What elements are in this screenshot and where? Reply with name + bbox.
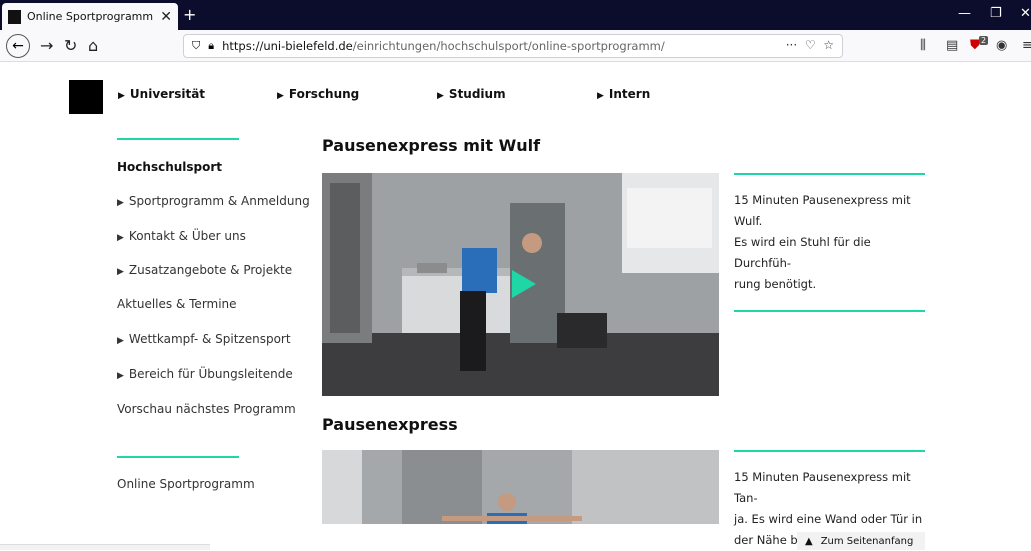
back-to-top-button[interactable]: ▲ Zum Seitenanfang — [797, 532, 925, 550]
description-line: Es wird ein Stuhl für die Durchfüh- — [734, 235, 871, 270]
description-line: rung benötigt. — [734, 277, 817, 291]
status-bar — [0, 544, 210, 550]
shield-icon: ⛉ — [192, 39, 201, 52]
mainnav-item-intern[interactable]: ▶ Intern — [597, 87, 650, 101]
sidebar-icon[interactable]: ▤ — [946, 38, 958, 53]
url-text: https://uni-bielefeld.de/einrichtungen/h… — [222, 39, 665, 53]
arrow-up-icon: ▲ — [805, 535, 813, 547]
favicon-icon — [8, 9, 21, 24]
video-thumbnail — [322, 450, 719, 524]
video-thumbnail — [322, 173, 719, 396]
reload-icon[interactable]: ↻ — [64, 36, 77, 55]
tab-title: Online Sportprogramm - Unive — [26, 10, 156, 23]
video-player[interactable] — [322, 173, 719, 396]
back-icon[interactable]: ← — [6, 34, 30, 58]
sidebar-item-kontakt[interactable]: ▶ Kontakt & Über uns — [117, 229, 246, 243]
sidebar-item-zusatzangebote[interactable]: ▶ Zusatzangebote & Projekte — [117, 263, 292, 277]
mainnav-item-studium[interactable]: ▶ Studium — [437, 87, 506, 101]
home-icon[interactable]: ⌂ — [88, 36, 98, 55]
new-tab-icon[interactable]: + — [183, 5, 196, 24]
sidebar-divider — [117, 138, 239, 140]
info-divider — [734, 310, 925, 312]
sidebar-item-vorschau[interactable]: Vorschau nächstes Programm — [117, 402, 296, 416]
page-actions: ··· ♡ ☆ — [786, 38, 834, 52]
sidebar-item-aktuelles[interactable]: Aktuelles & Termine — [117, 297, 237, 311]
library-icon[interactable]: ⫼ — [920, 38, 926, 53]
forward-icon[interactable]: → — [40, 36, 53, 55]
mainnav-item-universitaet[interactable]: ▶ Universität — [118, 87, 205, 101]
lock-icon: 🔒︎ — [208, 39, 215, 52]
browser-tab[interactable]: Online Sportprogramm - Unive ✕ — [2, 3, 178, 30]
sidebar-heading[interactable]: Hochschulsport — [117, 160, 222, 174]
video-title: Pausenexpress mit Wulf — [322, 136, 541, 155]
pocket-icon[interactable]: ♡ — [805, 38, 816, 52]
close-window-icon[interactable]: ✕ — [1020, 6, 1031, 21]
account-icon[interactable]: ◉ — [996, 38, 1007, 53]
video-title: Pausenexpress — [322, 415, 458, 434]
mainnav-item-forschung[interactable]: ▶ Forschung — [277, 87, 359, 101]
site-logo[interactable] — [69, 80, 103, 114]
sidebar-divider — [117, 456, 239, 458]
sidebar-nav: Hochschulsport ▶ Sportprogramm & Anmeldun… — [117, 138, 310, 491]
info-divider — [734, 173, 925, 175]
video-description: 15 Minuten Pausenexpress mit Wulf. Es wi… — [734, 173, 925, 312]
sidebar-item-uebungsleitende[interactable]: ▶ Bereich für Übungsleitende — [117, 367, 293, 381]
back-to-top-label: Zum Seitenanfang — [820, 535, 914, 547]
url-bar[interactable]: ⛉ 🔒︎ https://uni-bielefeld.de/einrichtun… — [183, 34, 843, 58]
extension-badge: 2 — [979, 36, 989, 45]
more-actions-icon[interactable]: ··· — [786, 38, 797, 52]
description-line: 15 Minuten Pausenexpress mit Wulf. — [734, 193, 911, 228]
restore-icon[interactable]: ❐ — [990, 6, 1002, 21]
sidebar-item-sportprogramm[interactable]: ▶ Sportprogramm & Anmeldung — [117, 194, 310, 208]
browser-toolbar: ← → ↻ ⌂ ⛉ 🔒︎ https://uni-bielefeld.de/ei… — [0, 30, 1031, 62]
browser-tab-bar: Online Sportprogramm - Unive ✕ + — ❐ ✕ — [0, 0, 1031, 30]
video-player[interactable] — [322, 450, 719, 524]
sidebar-item-online-sportprogramm[interactable]: Online Sportprogramm — [117, 477, 255, 491]
bookmark-star-icon[interactable]: ☆ — [823, 38, 834, 52]
menu-icon[interactable]: ≡ — [1022, 38, 1031, 53]
close-tab-icon[interactable]: ✕ — [160, 9, 172, 25]
description-line: 15 Minuten Pausenexpress mit Tan- — [734, 470, 911, 505]
info-divider — [734, 450, 925, 452]
minimize-icon[interactable]: — — [958, 6, 971, 21]
sidebar-item-wettkampf[interactable]: ▶ Wettkampf- & Spitzensport — [117, 332, 291, 346]
description-line: ja. Es wird eine Wand oder Tür in — [734, 512, 923, 526]
